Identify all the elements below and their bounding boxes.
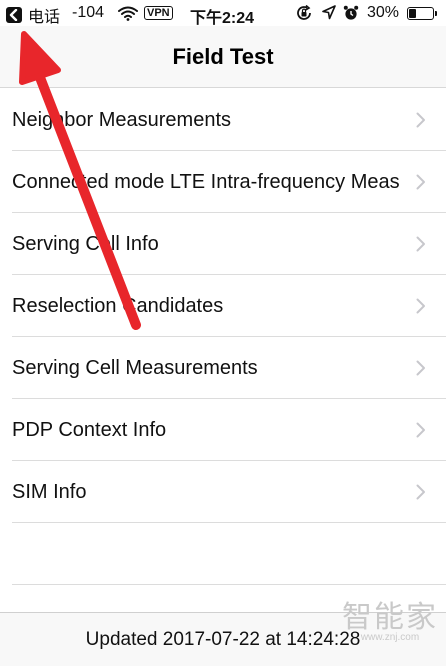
status-time: 下午2:24 <box>190 10 255 27</box>
location-icon <box>322 5 336 25</box>
empty-list-row <box>0 523 446 585</box>
list-item-serving-cell-measurements[interactable]: Serving Cell Measurements <box>0 337 446 399</box>
list-item-connected-mode-lte[interactable]: Connected mode LTE Intra-frequency Meas <box>0 151 446 213</box>
page-title: Field Test <box>172 43 274 69</box>
watermark-text: 智能家 <box>342 601 438 634</box>
battery-fill <box>409 9 416 18</box>
chevron-right-icon <box>416 174 426 195</box>
list-item-label: Reselection Candidates <box>12 294 224 317</box>
battery-nub <box>435 11 437 16</box>
last-updated-text: Updated 2017-07-22 at 14:24:28 <box>85 628 361 650</box>
list-item-label: PDP Context Info <box>12 418 167 441</box>
list-item-label: Neighbor Measurements <box>12 108 231 131</box>
back-app-label: 电话 <box>28 9 61 26</box>
back-to-app-button[interactable]: 电话 <box>6 3 60 27</box>
chevron-right-icon <box>416 236 426 257</box>
wifi-icon <box>118 6 138 26</box>
navigation-bar: Field Test <box>0 26 446 88</box>
rotation-lock-icon <box>296 4 313 26</box>
chevron-right-icon <box>416 360 426 381</box>
list-item-label: Serving Cell Measurements <box>12 356 258 379</box>
list-item-serving-cell-info[interactable]: Serving Cell Info <box>0 213 446 275</box>
chevron-right-icon <box>416 422 426 443</box>
chevron-right-icon <box>416 112 426 133</box>
list-item-neighbor-measurements[interactable]: Neighbor Measurements <box>0 89 446 151</box>
signal-strength: -104 <box>72 4 105 21</box>
chevron-right-icon <box>416 484 426 505</box>
alarm-icon <box>343 5 359 26</box>
field-test-menu-list: Neighbor Measurements Connected mode LTE… <box>0 89 446 585</box>
list-item-label: Connected mode LTE Intra-frequency Meas <box>12 170 400 193</box>
list-item-label: SIM Info <box>12 480 87 503</box>
status-bar: 电话 -104 VPN 下午2:24 30% <box>0 0 446 27</box>
list-item-pdp-context-info[interactable]: PDP Context Info <box>0 399 446 461</box>
chevron-right-icon <box>416 298 426 319</box>
battery-percent: 30% <box>367 4 400 21</box>
list-item-sim-info[interactable]: SIM Info <box>0 461 446 523</box>
list-item-label: Serving Cell Info <box>12 232 159 255</box>
back-icon <box>6 7 22 23</box>
vpn-badge: VPN <box>144 6 173 20</box>
battery-icon <box>407 7 437 20</box>
list-item-reselection-candidates[interactable]: Reselection Candidates <box>0 275 446 337</box>
watermark-logo: 智能家 www.znj.com <box>342 601 438 644</box>
